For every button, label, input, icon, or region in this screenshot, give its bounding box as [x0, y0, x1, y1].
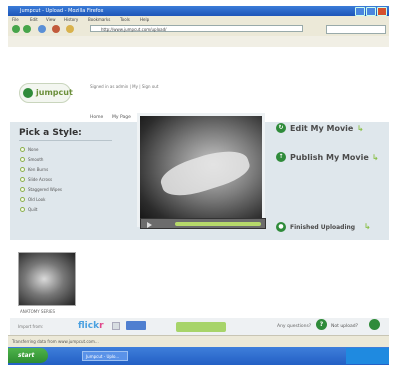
- close-button[interactable]: [377, 7, 387, 16]
- flickr-logo[interactable]: flickr: [78, 321, 104, 331]
- maximize-button[interactable]: [366, 7, 376, 16]
- arrow-right-icon: ↳: [357, 124, 364, 133]
- arrow-right-icon: ↳: [372, 153, 379, 162]
- style-label: Staggered Wipes: [28, 187, 62, 192]
- style-option-ken-burns[interactable]: Ken Burns: [20, 167, 48, 172]
- style-label: None: [28, 147, 39, 152]
- import-go-button[interactable]: [126, 321, 146, 330]
- taskbar: [8, 347, 389, 365]
- navigation-toolbar: http://www.jumpcut.com/upload/: [8, 23, 389, 37]
- import-select[interactable]: [112, 322, 120, 330]
- stop-button[interactable]: [52, 25, 60, 33]
- radio-icon: [20, 177, 25, 182]
- publish-icon: ↑: [276, 152, 286, 162]
- menu-file[interactable]: File: [12, 17, 19, 22]
- logo-text: jumpcut: [36, 88, 73, 97]
- radio-icon: [20, 157, 25, 162]
- need-upload-text[interactable]: Not upload?: [331, 324, 358, 329]
- style-option-slide-across[interactable]: Slide Across: [20, 177, 52, 182]
- upload-button[interactable]: [176, 322, 226, 332]
- start-button[interactable]: start: [8, 348, 48, 363]
- style-label: Quilt: [28, 207, 38, 212]
- taskbar-window-item[interactable]: Jumpcut - Uplo...: [82, 351, 128, 361]
- play-icon[interactable]: [147, 222, 152, 228]
- video-controls: [140, 218, 266, 229]
- edit-icon: ↻: [276, 123, 286, 133]
- import-label: Import from:: [18, 324, 44, 329]
- forward-button[interactable]: [23, 25, 31, 33]
- help-text: Any questions?: [277, 324, 312, 329]
- thumbnail-caption: ANATOMY SERIES: [20, 309, 56, 314]
- arrow-right-icon: ↳: [364, 222, 371, 231]
- address-bar[interactable]: http://www.jumpcut.com/upload/: [90, 25, 303, 32]
- radio-icon: [20, 147, 25, 152]
- nav-home[interactable]: Home: [90, 115, 103, 120]
- finished-uploading-button[interactable]: ● Finished Uploading: [276, 222, 355, 232]
- reload-button[interactable]: [38, 25, 46, 33]
- finished-uploading-label: Finished Uploading: [290, 223, 356, 231]
- style-option-quilt[interactable]: Quilt: [20, 207, 37, 212]
- help-icon[interactable]: ?: [316, 319, 327, 330]
- home-button[interactable]: [66, 25, 74, 33]
- nav-my-page[interactable]: My Page: [112, 115, 131, 120]
- radio-icon: [20, 187, 25, 192]
- menu-bar: File Edit View History Bookmarks Tools H…: [8, 16, 389, 23]
- style-option-old-look[interactable]: Old Look: [20, 197, 45, 202]
- radio-icon: [20, 167, 25, 172]
- back-button[interactable]: [12, 25, 20, 33]
- edit-movie-button[interactable]: ↻ Edit My Movie: [276, 123, 353, 133]
- radio-icon: [20, 207, 25, 212]
- style-label: Old Look: [28, 197, 46, 202]
- progress-bar[interactable]: [175, 222, 261, 226]
- logo-mark-icon: [23, 88, 33, 98]
- system-tray: [346, 348, 389, 364]
- browser-title: Jumpcut - Upload - Mozilla Firefox: [20, 8, 104, 14]
- video-frame-image: [156, 142, 254, 204]
- pick-style-heading: Pick a Style:: [19, 128, 82, 138]
- minimize-button[interactable]: [355, 7, 365, 16]
- style-option-smooth[interactable]: Smooth: [20, 157, 43, 162]
- browser-title-bar: Jumpcut - Upload - Mozilla Firefox: [8, 6, 389, 16]
- menu-help[interactable]: Help: [140, 17, 149, 22]
- menu-tools[interactable]: Tools: [120, 17, 130, 22]
- edit-movie-label: Edit My Movie: [290, 123, 354, 133]
- flickr-prefix: flick: [78, 321, 100, 331]
- publish-movie-label: Publish My Movie: [290, 152, 369, 162]
- menu-view[interactable]: View: [46, 17, 56, 22]
- radio-icon: [20, 197, 25, 202]
- flickr-suffix: r: [99, 321, 104, 331]
- heading-divider: [19, 140, 112, 141]
- video-preview[interactable]: [137, 113, 265, 227]
- person-icon: ●: [276, 222, 286, 232]
- start-label: start: [18, 352, 35, 359]
- account-links[interactable]: Signed in as admin | My | Sign out: [90, 84, 158, 89]
- style-label: Ken Burns: [28, 167, 49, 172]
- style-option-none[interactable]: None: [20, 147, 38, 152]
- style-label: Slide Across: [28, 177, 53, 182]
- publish-movie-button[interactable]: ↑ Publish My Movie: [276, 152, 369, 162]
- upload-help-icon[interactable]: [369, 319, 380, 330]
- search-box[interactable]: [326, 25, 386, 34]
- jumpcut-logo[interactable]: jumpcut: [19, 83, 73, 103]
- menu-edit[interactable]: Edit: [30, 17, 38, 22]
- menu-bookmarks[interactable]: Bookmarks: [88, 17, 110, 22]
- style-label: Smooth: [28, 157, 44, 162]
- menu-history[interactable]: History: [64, 17, 78, 22]
- status-text: Transferring data from www.jumpcut.com..…: [12, 339, 99, 344]
- taskbar-window-label: Jumpcut - Uplo...: [86, 354, 120, 359]
- media-thumbnail[interactable]: [18, 252, 76, 306]
- window-controls: [355, 7, 387, 16]
- style-option-staggered-wipes[interactable]: Staggered Wipes: [20, 187, 62, 192]
